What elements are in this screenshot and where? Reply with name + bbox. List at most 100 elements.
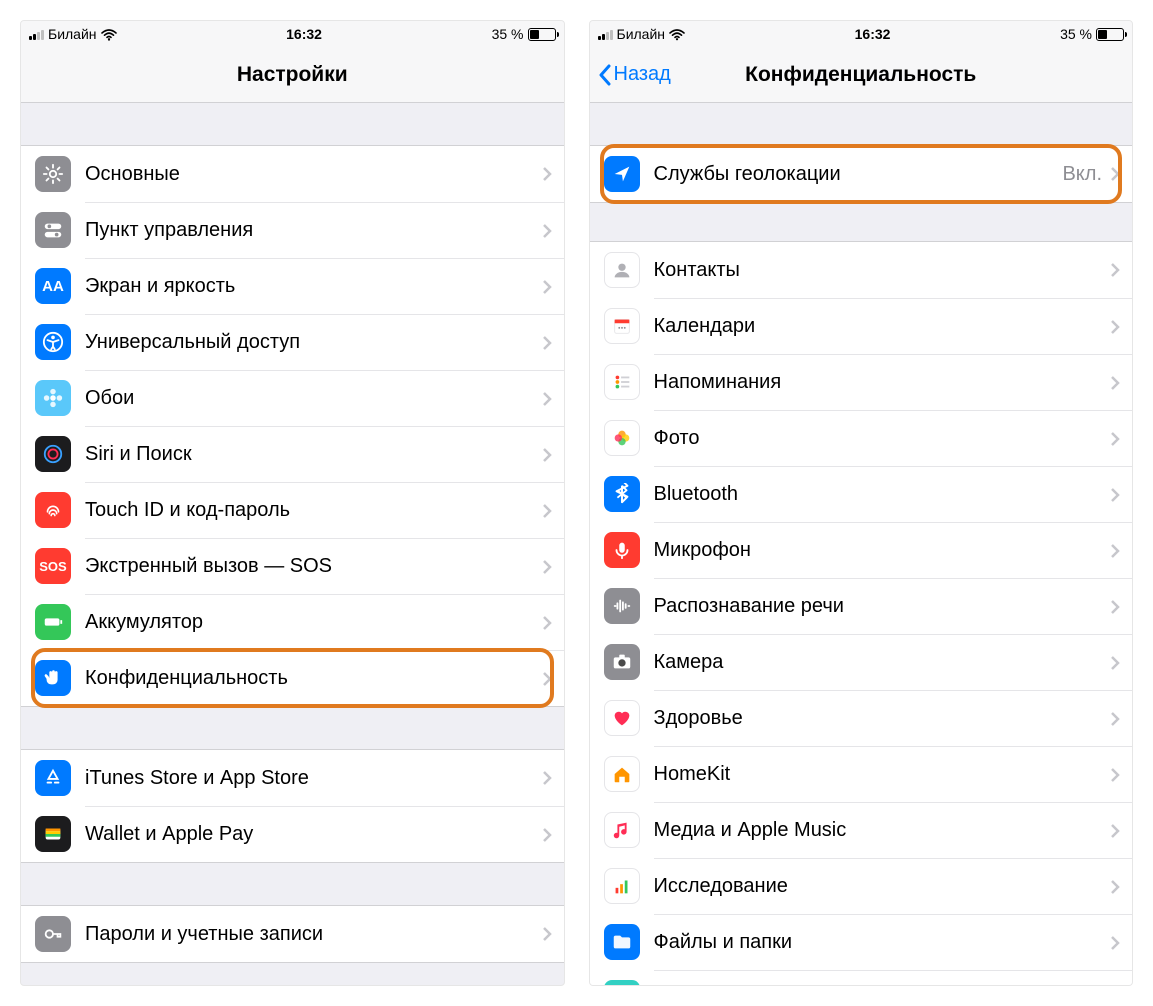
row-label: Распознавание речи [654,595,1103,618]
row-label: Обои [85,387,534,410]
chevron-right-icon [1110,599,1120,615]
fingerprint-icon [35,492,71,528]
bluetooth-icon [604,476,640,512]
chevron-right-icon [542,926,552,942]
settings-row-reminders[interactable]: Напоминания [590,354,1133,410]
nav-bar: Назад Конфиденциальность [590,47,1133,103]
settings-row-aa[interactable]: AAЭкран и яркость [21,258,564,314]
chevron-right-icon [542,223,552,239]
settings-row-sos[interactable]: SOS Экстренный вызов — SOS [21,538,564,594]
settings-row-folder[interactable]: Файлы и папки [590,914,1133,970]
settings-row-mic[interactable]: Микрофон [590,522,1133,578]
phone-privacy: Билайн 16:32 35 % Назад Конфиденциальнос… [589,20,1134,986]
chevron-right-icon [1110,166,1120,182]
chevron-right-icon [542,770,552,786]
row-label: Медиа и Apple Music [654,819,1103,842]
settings-row-fingerprint[interactable]: Touch ID и код-пароль [21,482,564,538]
row-label: Микрофон [654,539,1103,562]
gear-icon [35,156,71,192]
settings-row-location[interactable]: Службы геолокации Вкл. [590,146,1133,202]
siri-icon [35,436,71,472]
settings-row-battery[interactable]: Аккумулятор [21,594,564,650]
camera-icon [604,644,640,680]
sos-icon: SOS [35,548,71,584]
settings-row-home[interactable]: HomeKit [590,746,1133,802]
settings-row-music[interactable]: Медиа и Apple Music [590,802,1133,858]
row-label: Контакты [654,259,1103,282]
chevron-right-icon [1110,823,1120,839]
chevron-right-icon [1110,319,1120,335]
back-label: Назад [614,63,671,86]
settings-row-photos[interactable]: Фото [590,410,1133,466]
status-time: 16:32 [286,26,322,42]
settings-row-hand[interactable]: Конфиденциальность [21,650,564,706]
settings-row-calendar[interactable]: Календари [590,298,1133,354]
chevron-right-icon [1110,487,1120,503]
settings-row-switches[interactable]: Пункт управления [21,202,564,258]
chevron-right-icon [542,615,552,631]
row-value: Вкл. [1062,163,1102,186]
chevron-right-icon [1110,711,1120,727]
switches-icon [35,212,71,248]
settings-row-contacts[interactable]: Контакты [590,242,1133,298]
row-label: Исследование [654,875,1103,898]
row-label: Конфиденциальность [85,667,534,690]
settings-row-wallet[interactable]: Wallet и Apple Pay [21,806,564,862]
row-label: Siri и Поиск [85,443,534,466]
settings-row-flower[interactable]: Обои [21,370,564,426]
chevron-right-icon [1110,935,1120,951]
row-label: Универсальный доступ [85,331,534,354]
key-icon [35,916,71,952]
settings-row-research[interactable]: Исследование [590,858,1133,914]
chevron-right-icon [542,279,552,295]
settings-row-heart[interactable]: Здоровье [590,690,1133,746]
settings-row-camera[interactable]: Камера [590,634,1133,690]
fitness-icon [604,980,640,985]
aa-icon: AA [35,268,71,304]
carrier-label: Билайн [48,26,97,42]
settings-row-waveform[interactable]: Распознавание речи [590,578,1133,634]
row-label: Напоминания [654,371,1103,394]
status-bar: Билайн 16:32 35 % [590,21,1133,47]
row-label: Службы геолокации [654,163,1055,186]
chevron-right-icon [542,671,552,687]
row-label: Здоровье [654,707,1103,730]
waveform-icon [604,588,640,624]
signal-icon [598,28,613,40]
chevron-right-icon [1110,375,1120,391]
chevron-right-icon [1110,262,1120,278]
contacts-icon [604,252,640,288]
wifi-icon [101,28,117,40]
nav-bar: Настройки [21,47,564,103]
row-label: Экстренный вызов — SOS [85,555,534,578]
page-title: Конфиденциальность [745,63,976,87]
chevron-right-icon [542,503,552,519]
home-icon [604,756,640,792]
settings-row-bluetooth[interactable]: Bluetooth [590,466,1133,522]
carrier-label: Билайн [617,26,666,42]
chevron-right-icon [1110,655,1120,671]
battery-icon [1096,28,1124,41]
row-label: Камера [654,651,1103,674]
research-icon [604,868,640,904]
settings-row-key[interactable]: Пароли и учетные записи [21,906,564,962]
chevron-right-icon [542,447,552,463]
photos-icon [604,420,640,456]
row-label: Wallet и Apple Pay [85,823,534,846]
wifi-icon [669,28,685,40]
settings-row-gear[interactable]: Основные [21,146,564,202]
settings-row-appstore[interactable]: iTunes Store и App Store [21,750,564,806]
settings-row-fitness[interactable]: Движения и фитнес [590,970,1133,985]
row-label: Bluetooth [654,483,1103,506]
row-label: Пароли и учетные записи [85,923,534,946]
battery-percent: 35 % [492,26,524,42]
signal-icon [29,28,44,40]
chevron-right-icon [542,166,552,182]
settings-row-accessibility[interactable]: Универсальный доступ [21,314,564,370]
row-label: Календари [654,315,1103,338]
chevron-right-icon [1110,879,1120,895]
back-button[interactable]: Назад [598,47,671,102]
chevron-right-icon [542,559,552,575]
mic-icon [604,532,640,568]
settings-row-siri[interactable]: Siri и Поиск [21,426,564,482]
